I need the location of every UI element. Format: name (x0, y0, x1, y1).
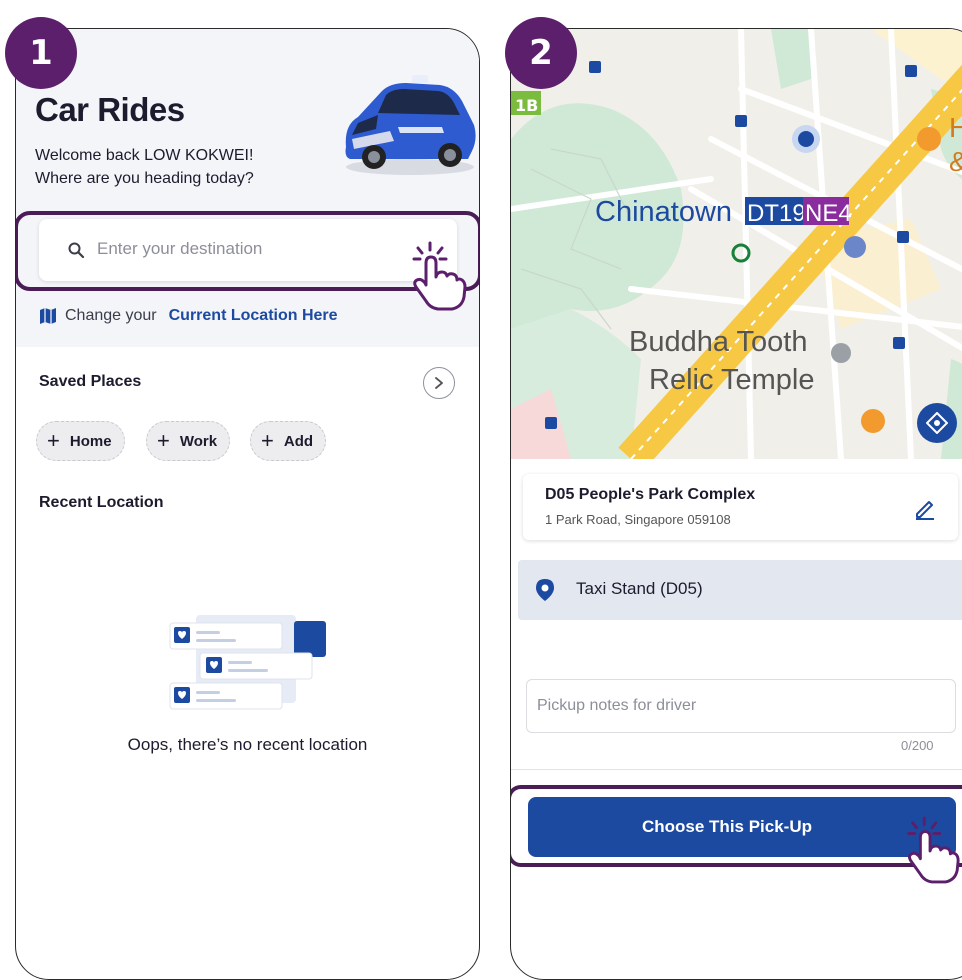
plus-icon: + (157, 428, 170, 453)
map-label-ne4: NE4 (805, 200, 852, 227)
pickup-notes-field[interactable]: Pickup notes for driver (526, 679, 956, 733)
plus-icon: + (47, 428, 60, 453)
phone-screen-car-rides: Car Rides Welcome back LOW KOKWEI! Where… (15, 28, 480, 980)
plus-icon: + (261, 428, 274, 453)
map-label-buddha-1: Buddha Tooth (629, 326, 807, 358)
map-label-edge-amp: & (949, 146, 962, 177)
step-badge-1: 1 (5, 17, 77, 89)
saved-places-arrow-button[interactable] (423, 367, 455, 399)
saved-place-add-chip[interactable]: + Add (250, 421, 327, 461)
recent-location-title: Recent Location (39, 494, 164, 511)
tap-hand-icon (412, 241, 467, 311)
saved-place-home-chip[interactable]: + Home (36, 421, 125, 461)
tap-hand-icon (907, 816, 960, 884)
cta-highlight-frame (511, 785, 962, 867)
location-pin-icon (536, 579, 554, 601)
map-label-chinatown: Chinatown (595, 196, 732, 228)
saved-place-work-chip[interactable]: + Work (146, 421, 231, 461)
address-name: D05 People's Park Complex (545, 486, 756, 503)
change-location-row[interactable]: Change your Current Location Here (39, 307, 338, 325)
page-title: Car Rides (35, 91, 185, 128)
map-label-1b: 1B (515, 96, 538, 115)
pickup-notes-placeholder: Pickup notes for driver (537, 697, 697, 714)
address-card[interactable]: D05 People's Park Complex 1 Park Road, S… (523, 474, 958, 540)
map-graphic: 1B Chinatown DT19 NE4 Buddha Tooth Relic… (511, 29, 962, 459)
map-label-dt19: DT19 (747, 200, 806, 227)
map-view[interactable]: 1B Chinatown DT19 NE4 Buddha Tooth Relic… (511, 29, 962, 459)
taxi-car-illustration (345, 75, 476, 175)
address-line: 1 Park Road, Singapore 059108 (545, 512, 731, 527)
empty-recent-illustration (169, 615, 326, 710)
chevron-right-icon (435, 377, 443, 389)
empty-recent-text: Oops, there’s no recent location (127, 735, 368, 754)
taxi-stand-option[interactable]: Taxi Stand (D05) (518, 560, 962, 620)
map-label-buddha-2: Relic Temple (649, 364, 814, 396)
map-icon (40, 308, 56, 324)
welcome-message: Welcome back LOW KOKWEI! Where are you h… (35, 147, 254, 187)
map-label-edge-h: H (949, 112, 962, 143)
divider (511, 769, 962, 770)
recenter-icon (926, 412, 948, 434)
notes-char-counter: 0/200 (901, 738, 934, 753)
saved-places-title: Saved Places (39, 373, 142, 390)
step-badge-2: 2 (505, 17, 577, 89)
phone-screen-pickup: 1B Chinatown DT19 NE4 Buddha Tooth Relic… (510, 28, 962, 980)
recenter-button[interactable] (917, 403, 957, 443)
taxi-stand-label: Taxi Stand (D05) (576, 579, 703, 598)
current-location-link[interactable]: Current Location Here (169, 307, 338, 325)
pencil-icon[interactable] (913, 496, 937, 520)
